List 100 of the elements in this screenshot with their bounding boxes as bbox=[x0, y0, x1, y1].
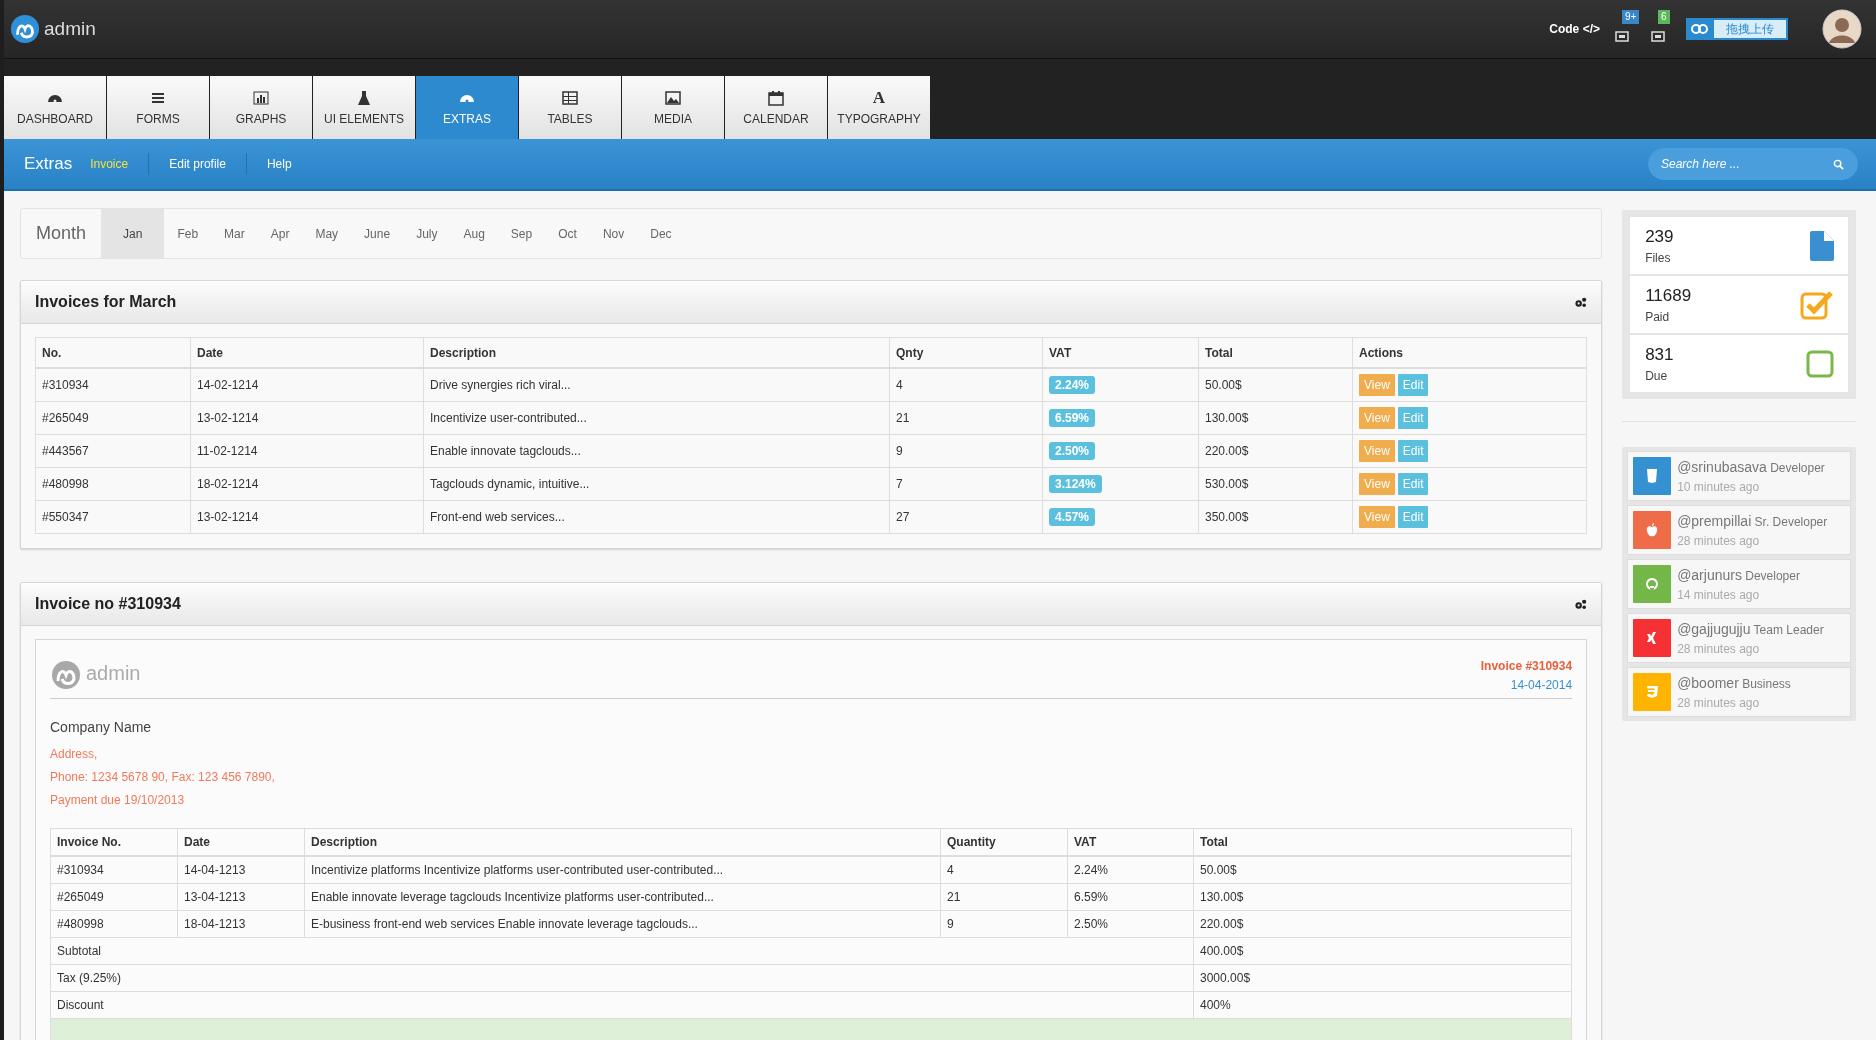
month-tab[interactable]: Oct bbox=[545, 209, 590, 258]
stat-value: 831 bbox=[1645, 344, 1674, 365]
flask-icon bbox=[356, 89, 372, 106]
settings-icon[interactable] bbox=[1574, 598, 1588, 610]
search-field[interactable]: Search here ... bbox=[1648, 148, 1858, 180]
activity-item[interactable]: @prempillai Sr. Developer 28 minutes ago bbox=[1627, 505, 1851, 555]
sub-nav-link[interactable]: Edit profile bbox=[148, 153, 246, 175]
month-tab[interactable]: July bbox=[403, 209, 451, 258]
table-cell: #550347 bbox=[35, 500, 191, 534]
month-tab[interactable]: Nov bbox=[589, 209, 638, 258]
table-cell: Tagclouds dynamic, intuitive... bbox=[423, 467, 890, 501]
column-header: VAT bbox=[1067, 828, 1194, 856]
table-cell: 400% bbox=[1193, 991, 1572, 1019]
bar-chart-icon bbox=[253, 89, 269, 106]
section-title: Extras bbox=[24, 154, 73, 174]
table-cell: 9 bbox=[889, 434, 1043, 468]
table-cell: #265049 bbox=[50, 883, 178, 911]
column-header: Invoice No. bbox=[50, 828, 178, 856]
table-cell: 14-02-1214 bbox=[190, 368, 424, 402]
activity-item[interactable]: @gajjugujju Team Leader 28 minutes ago bbox=[1627, 613, 1851, 663]
column-header: Date bbox=[177, 828, 305, 856]
avatar[interactable] bbox=[1822, 9, 1862, 49]
month-tab[interactable]: Aug bbox=[450, 209, 498, 258]
invoice-date: 14-04-2014 bbox=[1510, 678, 1573, 692]
stat-label: Due bbox=[1645, 368, 1669, 383]
stat-label: Paid bbox=[1645, 309, 1671, 324]
stat-value: 11689 bbox=[1645, 285, 1692, 306]
activity-time: 10 minutes ago bbox=[1677, 479, 1761, 494]
table-cell: Drive synergies rich viral... bbox=[423, 368, 890, 402]
table-cell: 350.00$ bbox=[1198, 500, 1353, 534]
column-header: Actions bbox=[1352, 337, 1587, 368]
vat-badge: 2.50% bbox=[1049, 442, 1096, 460]
table-cell: #265049 bbox=[35, 401, 191, 435]
notification-badge: 9+ bbox=[1622, 10, 1640, 24]
vat-badge: 2.24% bbox=[1049, 376, 1096, 394]
nav-tab[interactable]: DASHBOARD bbox=[4, 76, 106, 139]
month-tab[interactable]: Dec bbox=[637, 209, 685, 258]
activity-time: 14 minutes ago bbox=[1677, 587, 1761, 602]
month-tab[interactable]: Mar bbox=[211, 209, 258, 258]
table-cell: #480998 bbox=[50, 910, 178, 938]
table-cell: 7 bbox=[889, 467, 1043, 501]
upload-button[interactable]: 拖拽上传 bbox=[1686, 18, 1788, 40]
month-tab[interactable]: Jan bbox=[101, 209, 165, 258]
activity-item[interactable]: @boomer Business 28 minutes ago bbox=[1627, 667, 1851, 717]
table-cell: 50.00$ bbox=[1193, 856, 1572, 884]
nav-tab[interactable]: A TYPOGRAPHY bbox=[828, 76, 930, 139]
table-cell: 4 bbox=[940, 856, 1068, 884]
table-cell: 4 bbox=[889, 368, 1043, 402]
code-link[interactable]: Code </> bbox=[1549, 22, 1600, 36]
table-cell: Incentivize platforms Incentivize platforms user-contributed user-contributed... bbox=[304, 856, 941, 884]
column-header: Qnty bbox=[889, 337, 1043, 368]
vat-badge: 6.59% bbox=[1049, 409, 1096, 427]
table-cell: Incentivize user-contributed... bbox=[423, 401, 890, 435]
month-tab[interactable]: Apr bbox=[257, 209, 303, 258]
table-cell: Subtotal bbox=[50, 937, 1194, 965]
panel-title: Invoice no #310934 bbox=[35, 595, 181, 613]
checkbox-icon bbox=[1806, 349, 1834, 378]
activity-item[interactable]: @srinubasava Developer 10 minutes ago bbox=[1627, 451, 1851, 501]
search-icon[interactable] bbox=[1833, 158, 1844, 170]
panel-title: Invoices for March bbox=[35, 293, 177, 311]
column-header: Quantity bbox=[940, 828, 1068, 856]
sub-nav-link[interactable]: Help bbox=[245, 153, 312, 175]
sub-nav-link[interactable]: Invoice bbox=[90, 153, 149, 175]
activity-time: 28 minutes ago bbox=[1677, 641, 1761, 656]
table-cell: 220.00$ bbox=[1193, 910, 1572, 938]
table-cell: 14-04-1213 bbox=[177, 856, 305, 884]
nav-tab[interactable]: TABLES bbox=[519, 76, 621, 139]
column-header: Description bbox=[304, 828, 941, 856]
table-cell: 11-02-1214 bbox=[190, 434, 424, 468]
stat-label: Files bbox=[1645, 250, 1672, 265]
logo-icon bbox=[10, 14, 40, 44]
month-tab[interactable]: May bbox=[302, 209, 352, 258]
table-cell: Tax (9.25%) bbox=[50, 964, 1194, 992]
activity-time: 28 minutes ago bbox=[1677, 695, 1761, 710]
month-tab[interactable]: Sep bbox=[497, 209, 546, 258]
table-cell: 3000.00$ bbox=[1193, 964, 1572, 992]
table-cell: 18-04-1213 bbox=[177, 910, 305, 938]
month-tab[interactable]: June bbox=[351, 209, 404, 258]
table-cell: 13-02-1214 bbox=[190, 401, 424, 435]
vat-badge: 4.57% bbox=[1049, 508, 1096, 526]
activity-item[interactable]: @arjunurs Developer 14 minutes ago bbox=[1627, 559, 1851, 609]
nav-tab[interactable]: CALENDAR bbox=[725, 76, 827, 139]
activity-user: @srinubasava Developer bbox=[1677, 458, 1825, 475]
settings-icon[interactable] bbox=[1574, 296, 1588, 308]
table-cell: Enable innovate tagclouds... bbox=[423, 434, 890, 468]
column-header: Total bbox=[1193, 828, 1572, 856]
table-cell: 13-04-1213 bbox=[177, 883, 305, 911]
table-cell: 2.24% bbox=[1067, 856, 1194, 884]
nav-tab[interactable]: GRAPHS bbox=[210, 76, 312, 139]
brand-name: admin bbox=[44, 18, 96, 40]
nav-tab[interactable]: UI ELEMENTS bbox=[313, 76, 415, 139]
activity-user: @prempillai Sr. Developer bbox=[1677, 512, 1828, 529]
nav-tab[interactable]: MEDIA bbox=[622, 76, 724, 139]
nav-tab[interactable]: EXTRAS bbox=[416, 76, 518, 139]
nav-tab[interactable]: FORMS bbox=[107, 76, 209, 139]
table-cell: 50.00$ bbox=[1198, 368, 1353, 402]
table-icon bbox=[562, 89, 578, 106]
notification-badge: 6 bbox=[1658, 10, 1670, 24]
month-tab[interactable]: Feb bbox=[164, 209, 212, 258]
checked-checkbox-icon bbox=[1800, 289, 1834, 320]
